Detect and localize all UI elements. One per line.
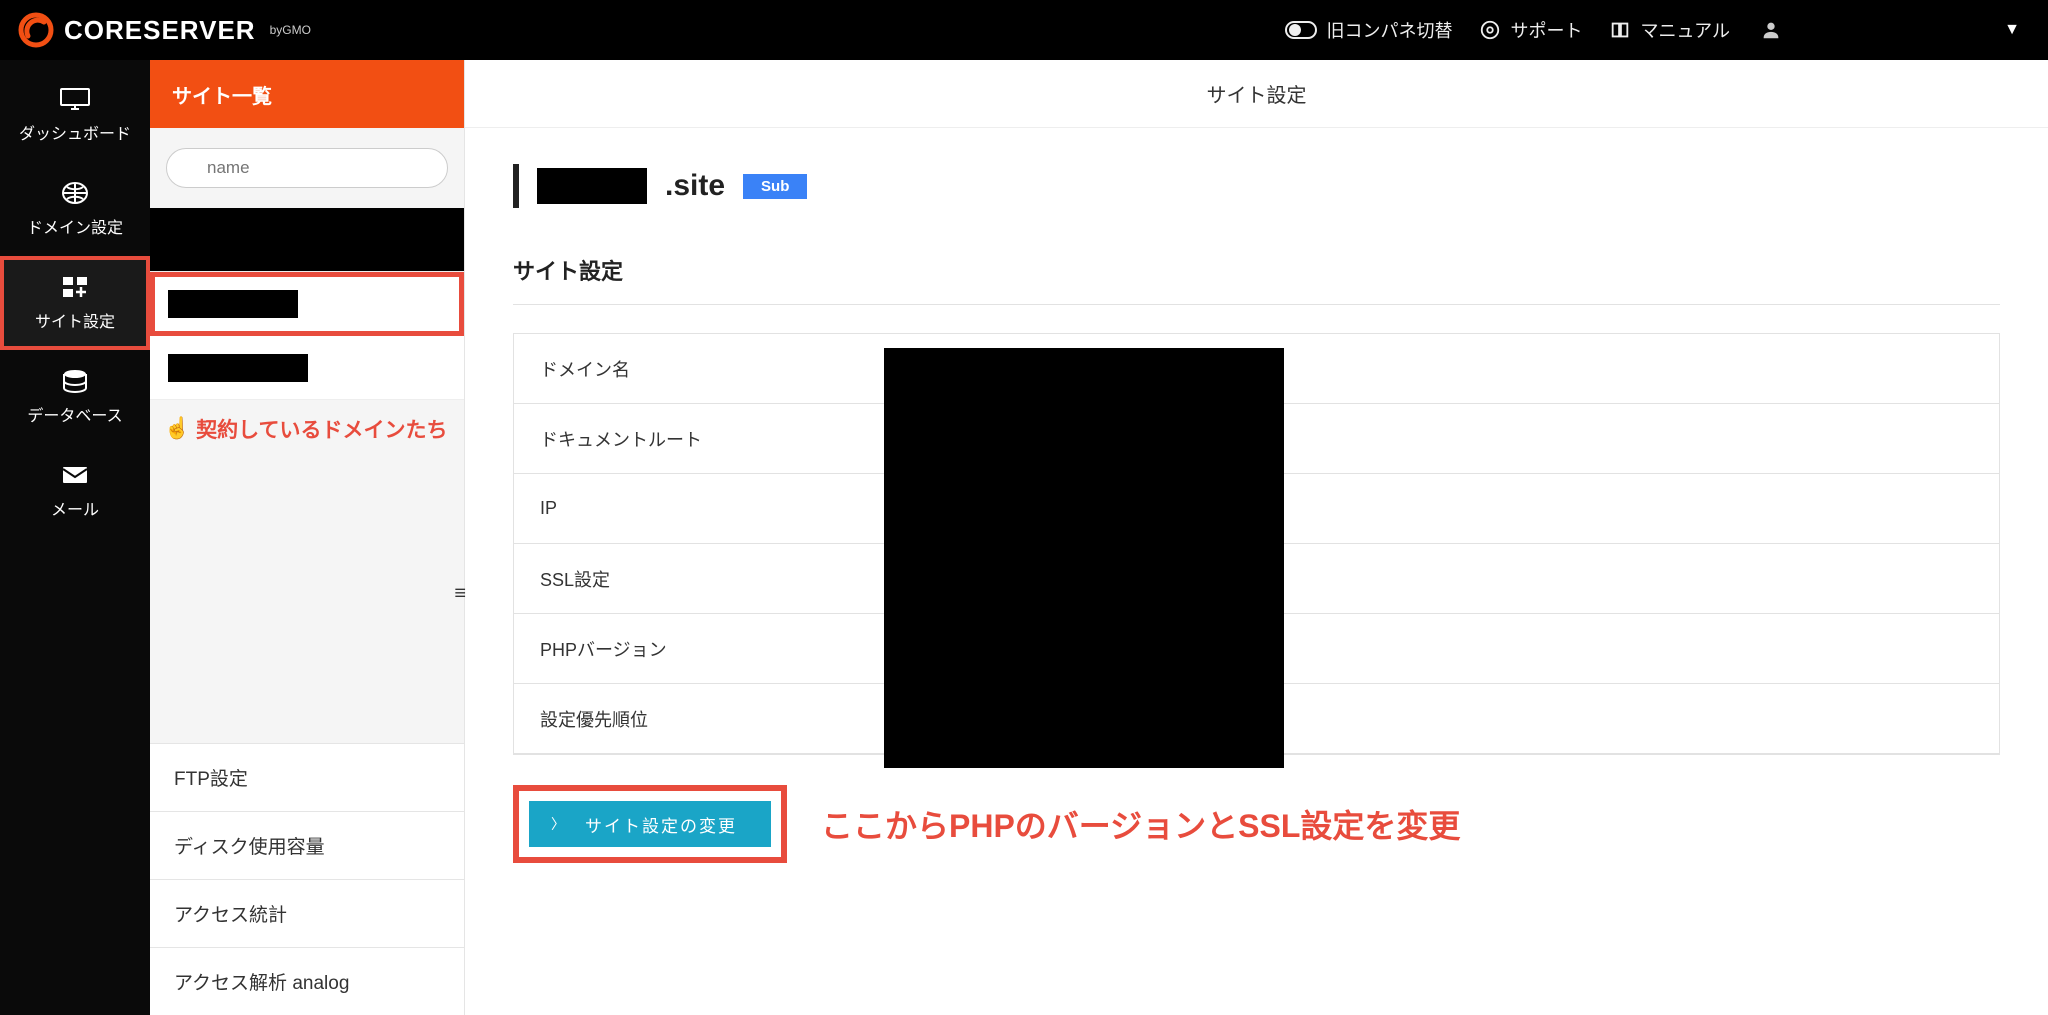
sidebar-access-analog[interactable]: アクセス解析 analog bbox=[150, 947, 464, 1015]
redacted-domain bbox=[168, 226, 446, 254]
old-panel-toggle[interactable]: 旧コンパネ切替 bbox=[1285, 17, 1453, 43]
chevron-right-icon: 〉 bbox=[551, 814, 567, 834]
action-button-label: サイト設定の変更 bbox=[585, 812, 737, 837]
section-divider bbox=[513, 304, 2000, 305]
nav-mail-label: メール bbox=[51, 496, 99, 520]
sidebar-title: サイト一覧 bbox=[150, 60, 464, 128]
support-icon bbox=[1479, 19, 1501, 41]
left-nav: ダッシュボード ドメイン設定 サイト設定 データベース メール bbox=[0, 60, 150, 1015]
globe-icon bbox=[58, 180, 92, 206]
label-document-root: ドキュメントルート bbox=[514, 426, 884, 452]
label-priority: 設定優先順位 bbox=[514, 706, 884, 732]
database-icon bbox=[58, 368, 92, 394]
brand-logo[interactable]: CORESERVER byGMO bbox=[18, 12, 311, 48]
annotation-action: ここからPHPのバージョンとSSL設定を変更 bbox=[821, 801, 1460, 847]
sidebar-access-stats[interactable]: アクセス統計 bbox=[150, 879, 464, 947]
user-menu[interactable]: ▼ bbox=[1760, 19, 2020, 41]
sidebar-disk-usage[interactable]: ディスク使用容量 bbox=[150, 811, 464, 879]
nav-dashboard-label: ダッシュボード bbox=[19, 120, 131, 144]
chevron-down-icon: ▼ bbox=[2004, 21, 2020, 39]
domain-heading: .site Sub bbox=[513, 164, 2000, 208]
filter-wrap bbox=[150, 128, 464, 208]
sidebar-collapse-handle[interactable]: ≡ bbox=[454, 582, 466, 605]
nav-domain-label: ドメイン設定 bbox=[27, 214, 123, 238]
redacted-domain bbox=[168, 354, 308, 382]
label-ssl: SSL設定 bbox=[514, 566, 884, 592]
site-item-1[interactable] bbox=[150, 208, 464, 272]
support-label: サポート bbox=[1511, 17, 1583, 43]
action-highlight-box: 〉 サイト設定の変更 bbox=[513, 785, 787, 863]
nav-site-label: サイト設定 bbox=[35, 308, 115, 332]
values-redacted bbox=[884, 348, 1284, 768]
label-ip: IP bbox=[514, 498, 884, 519]
top-header: CORESERVER byGMO 旧コンパネ切替 サポート マニュアル ▼ bbox=[0, 0, 2048, 60]
sidebar-bottom-nav: FTP設定 ディスク使用容量 アクセス統計 アクセス解析 analog bbox=[150, 743, 464, 1015]
main-content: サイト設定 .site Sub サイト設定 ドメイン名 ドキュメントルート IP bbox=[465, 60, 2048, 1015]
label-domain-name: ドメイン名 bbox=[514, 356, 884, 382]
annotation-domains-text: 契約しているドメインたち bbox=[196, 414, 447, 444]
support-link[interactable]: サポート bbox=[1479, 17, 1583, 43]
old-panel-label: 旧コンパネ切替 bbox=[1327, 17, 1453, 43]
sub-badge: Sub bbox=[743, 174, 807, 199]
toggle-icon bbox=[1285, 21, 1317, 39]
user-icon bbox=[1760, 19, 1782, 41]
username-redacted bbox=[1828, 19, 1958, 41]
manual-label: マニュアル bbox=[1641, 17, 1730, 43]
nav-database-label: データベース bbox=[27, 402, 122, 426]
nav-database[interactable]: データベース bbox=[0, 350, 150, 444]
nav-mail[interactable]: メール bbox=[0, 444, 150, 538]
site-item-3[interactable] bbox=[150, 336, 464, 400]
monitor-icon bbox=[58, 86, 92, 112]
site-item-2-selected[interactable] bbox=[150, 272, 464, 336]
nav-dashboard[interactable]: ダッシュボード bbox=[0, 68, 150, 162]
settings-table: ドメイン名 ドキュメントルート IP SSL設定 PHPバージョン 設定優先順位 bbox=[513, 333, 2000, 755]
site-sidebar: サイト一覧 ☝️ 契約しているドメインたち ≡ FTP設定 ディスク使用容量 ア… bbox=[150, 60, 465, 1015]
page-title: サイト設定 bbox=[465, 60, 2048, 128]
nav-domain[interactable]: ドメイン設定 bbox=[0, 162, 150, 256]
domain-suffix: .site bbox=[665, 169, 725, 203]
brand-name: CORESERVER bbox=[64, 15, 256, 46]
grid-plus-icon bbox=[58, 274, 92, 300]
site-list bbox=[150, 208, 464, 400]
mail-icon bbox=[58, 462, 92, 488]
sidebar-ftp[interactable]: FTP設定 bbox=[150, 743, 464, 811]
label-php: PHPバージョン bbox=[514, 636, 884, 662]
manual-link[interactable]: マニュアル bbox=[1609, 17, 1730, 43]
pointer-icon: ☝️ bbox=[164, 417, 190, 441]
brand-sub: byGMO bbox=[270, 23, 311, 37]
domain-redacted bbox=[537, 168, 647, 204]
annotation-domains: ☝️ 契約しているドメインたち bbox=[150, 400, 464, 444]
change-site-settings-button[interactable]: 〉 サイト設定の変更 bbox=[529, 801, 771, 847]
site-filter-input[interactable] bbox=[166, 148, 448, 188]
action-row: 〉 サイト設定の変更 ここからPHPのバージョンとSSL設定を変更 bbox=[513, 785, 2000, 863]
redacted-domain bbox=[168, 290, 298, 318]
nav-site-settings[interactable]: サイト設定 bbox=[0, 256, 150, 350]
section-title: サイト設定 bbox=[513, 254, 2000, 286]
logo-icon bbox=[18, 12, 54, 48]
book-icon bbox=[1609, 19, 1631, 41]
